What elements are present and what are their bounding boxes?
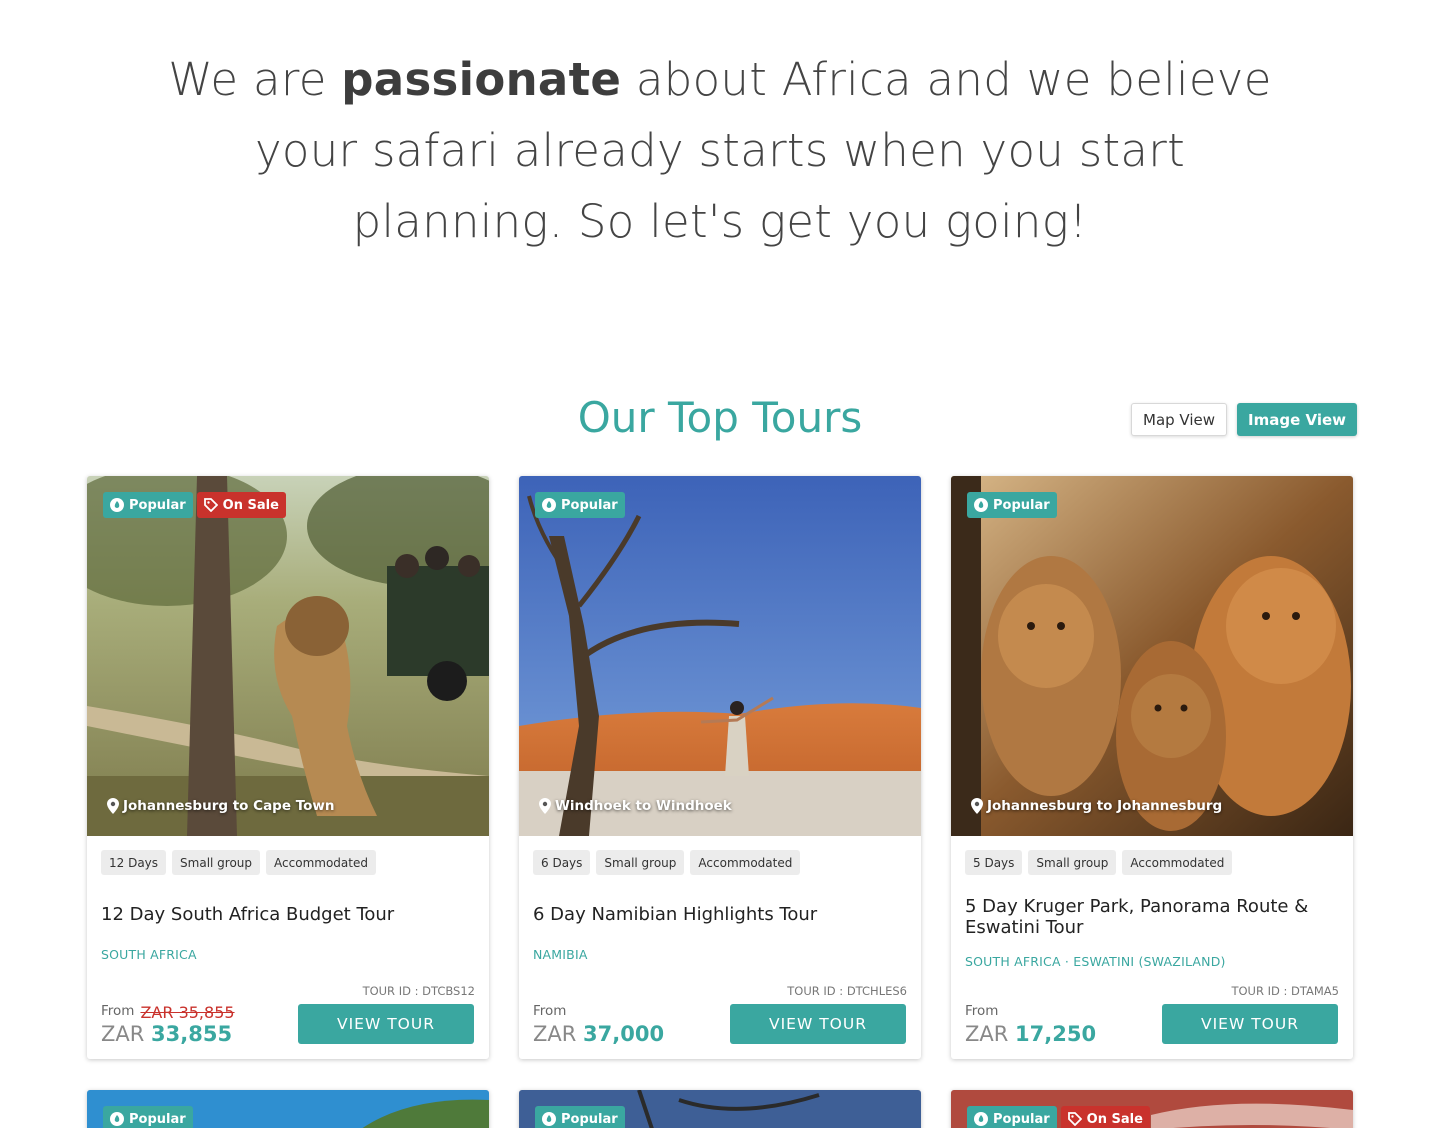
flame-icon [542,1112,556,1126]
image-view-button[interactable]: Image View [1237,403,1358,436]
tour-card[interactable]: Popular On Sale Johannesburg to Cape Tow… [87,476,489,1059]
tour-country: SOUTH AFRICA · ESWATINI (SWAZILAND) [965,954,1226,969]
tour-id: TOUR ID : DTAMA5 [1231,984,1339,998]
tag-group: Small group [172,850,261,875]
tour-price: ZAR 37,000 [533,1022,665,1046]
tag-duration: 5 Days [965,850,1023,875]
tour-image[interactable]: Popular On Sale Johannesburg to Cape Tow… [87,476,489,836]
view-tour-button[interactable]: VIEW TOUR [1162,1004,1338,1044]
popular-badge: Popular [103,492,193,518]
popular-badge: Popular [535,1106,625,1128]
flame-icon [110,1112,124,1126]
hero-line-2: your safari already starts when you star… [254,124,1186,177]
on-sale-badge: On Sale [196,492,286,518]
tour-route: Windhoek to Windhoek [539,798,732,814]
tour-tags: 12 Days Small group Accommodated [101,850,376,875]
popular-badge: Popular [967,1106,1057,1128]
badge-group: Popular [535,1106,625,1128]
view-tour-button[interactable]: VIEW TOUR [730,1004,906,1044]
popular-badge: Popular [967,492,1057,518]
hero-intro: We are passionate about Africa and we be… [0,44,1440,257]
flame-icon [974,1112,988,1126]
hero-line-1: We are passionate about Africa and we be… [168,53,1272,106]
tag-duration: 12 Days [101,850,167,875]
tour-route: Johannesburg to Johannesburg [971,798,1222,814]
badge-group: Popular On Sale [103,492,286,518]
tour-card[interactable]: Popular [519,1090,921,1128]
map-view-button[interactable]: Map View [1131,403,1228,436]
tag-accommodation: Accommodated [1122,850,1233,875]
popular-badge: Popular [103,1106,193,1128]
price-from: From [965,1003,999,1019]
tag-group: Small group [1028,850,1117,875]
tour-title[interactable]: 5 Day Kruger Park, Panorama Route & Eswa… [965,896,1335,938]
tag-icon [1067,1112,1082,1126]
badge-group: Popular On Sale [967,1106,1150,1128]
tour-id: TOUR ID : DTCBS12 [362,984,475,998]
tour-id: TOUR ID : DTCHLES6 [787,984,907,998]
popular-badge: Popular [535,492,625,518]
tour-country: NAMIBIA [533,947,588,962]
tour-route: Johannesburg to Cape Town [107,798,334,814]
badge-group: Popular [535,492,625,518]
tour-card[interactable]: Popular [87,1090,489,1128]
view-tour-button[interactable]: VIEW TOUR [298,1004,474,1044]
hero-line-3: planning. So let's get you going! [352,195,1088,248]
old-price: ZAR 35,855 [140,1003,235,1022]
tour-tags: 5 Days Small group Accommodated [965,850,1233,875]
flame-icon [542,498,556,512]
price-from: From ZAR 35,855 [101,1003,235,1022]
map-pin-icon [971,798,983,814]
tour-price: ZAR 17,250 [965,1022,1097,1046]
on-sale-badge: On Sale [1060,1106,1150,1128]
tour-title[interactable]: 12 Day South Africa Budget Tour [101,904,471,925]
flame-icon [110,498,124,512]
tour-card[interactable]: Popular Windhoek to Windhoek 6 Days Smal… [519,476,921,1059]
price-from: From [533,1003,567,1019]
tag-accommodation: Accommodated [690,850,801,875]
tag-accommodation: Accommodated [266,850,376,875]
badge-group: Popular [967,492,1057,518]
tag-group: Small group [596,850,685,875]
tour-title[interactable]: 6 Day Namibian Highlights Tour [533,904,903,925]
tour-image[interactable]: Popular Johannesburg to Johannesburg [951,476,1353,836]
map-pin-icon [539,798,551,814]
flame-icon [974,498,988,512]
tour-country: SOUTH AFRICA [101,947,197,962]
tour-tags: 6 Days Small group Accommodated [533,850,801,875]
map-pin-icon [107,798,119,814]
tag-duration: 6 Days [533,850,591,875]
view-toggle: Map View Image View [1131,403,1358,436]
tour-card[interactable]: Popular Johannesburg to Johannesburg 5 D… [951,476,1353,1059]
tag-icon [203,498,218,512]
tour-image[interactable]: Popular Windhoek to Windhoek [519,476,921,836]
tour-card[interactable]: Popular On Sale [951,1090,1353,1128]
badge-group: Popular [103,1106,193,1128]
tour-price: ZAR 33,855 [101,1022,233,1046]
